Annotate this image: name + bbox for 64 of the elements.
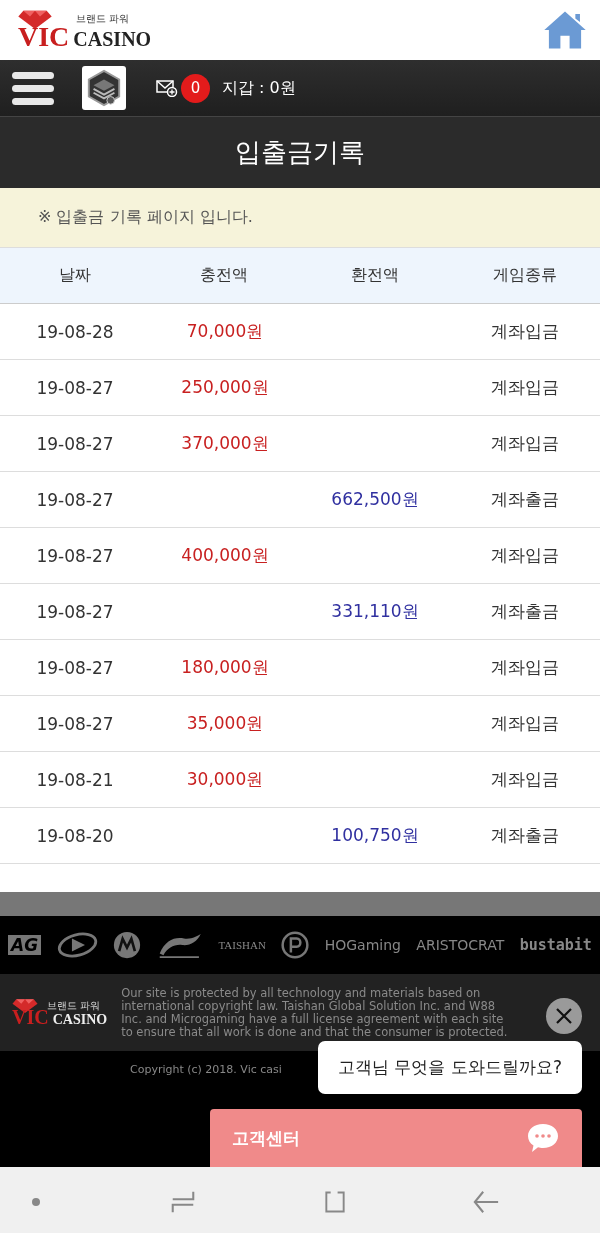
logo-word-text: CASINO bbox=[52, 1013, 108, 1027]
table-cell: 계좌입금 bbox=[491, 376, 559, 399]
wallet-balance: 지갑 : 0원 bbox=[222, 77, 296, 99]
partner-logo-text: ARISTOCRAT bbox=[416, 937, 505, 953]
table-cell: 계좌입금 bbox=[491, 432, 559, 455]
customer-center-button[interactable]: 고객센터 bbox=[210, 1109, 582, 1167]
back-icon[interactable] bbox=[472, 1189, 500, 1215]
message-count-badge: 0 bbox=[181, 73, 210, 103]
table-cell: 19-08-28 bbox=[36, 321, 114, 342]
column-header: 날짜 bbox=[58, 265, 92, 286]
chat-icon bbox=[526, 1121, 560, 1155]
menu-icon[interactable] bbox=[12, 70, 54, 106]
table-cell: 계좌입금 bbox=[491, 712, 559, 735]
table-cell: 계좌출금 bbox=[491, 824, 559, 847]
table-cell: 100,750원 bbox=[331, 824, 419, 847]
page-title: 입출금기록 bbox=[235, 136, 365, 169]
play-logo-icon bbox=[56, 931, 98, 959]
logo-brand-text: VIC bbox=[18, 23, 70, 51]
p-logo-icon bbox=[281, 931, 310, 959]
column-header: 환전액 bbox=[350, 265, 400, 286]
logo-word-text: CASINO bbox=[73, 29, 152, 49]
partner-logo-text: HOGaming bbox=[324, 937, 401, 953]
table-cell: 662,500원 bbox=[331, 488, 419, 511]
table-cell: 19-08-27 bbox=[36, 489, 114, 510]
table-cell: 400,000원 bbox=[181, 544, 269, 567]
table-cell: 계좌입금 bbox=[491, 656, 559, 679]
table-cell: 계좌입금 bbox=[491, 320, 559, 343]
table-cell: 계좌입금 bbox=[491, 768, 559, 791]
chat-prompt-bubble: 고객님 무엇을 도와드릴까요? bbox=[318, 1041, 582, 1094]
partner-logo-text: TAISHAN bbox=[218, 939, 266, 951]
table-cell: 70,000원 bbox=[186, 320, 264, 343]
legal-notice: Our site is protected by all technology and materials based on international copyright law. Taishan Global Solution Inc. and W88 Inc. and Microgaming have a full license agreement with each site to ensure that all work is done and that the consumer is protected. bbox=[121, 986, 509, 1039]
diamond-icon bbox=[18, 9, 52, 29]
notice-text: ※ 입출금 기록 페이지 입니다. bbox=[38, 207, 253, 228]
table-cell: 250,000원 bbox=[181, 376, 269, 399]
logo-brand-text: VIC bbox=[12, 1007, 49, 1027]
mail-icon[interactable] bbox=[156, 79, 178, 97]
table-cell: 19-08-27 bbox=[36, 601, 114, 622]
table-cell: 331,110원 bbox=[331, 600, 419, 623]
partner-logo-text: bustabit bbox=[519, 936, 592, 954]
logo-tagline: 브랜드 파워 bbox=[46, 998, 102, 1011]
table-cell: 19-08-20 bbox=[36, 825, 114, 846]
table-cell: 370,000원 bbox=[181, 432, 269, 455]
close-button[interactable] bbox=[546, 998, 582, 1034]
column-header: 충전액 bbox=[199, 265, 249, 286]
home-icon[interactable] bbox=[542, 9, 588, 51]
m-logo-icon bbox=[113, 931, 141, 959]
column-header: 게임종류 bbox=[492, 265, 558, 286]
table-cell: 30,000원 bbox=[186, 768, 264, 791]
table-cell: 19-08-27 bbox=[36, 377, 114, 398]
level-badge-icon[interactable] bbox=[82, 66, 126, 110]
table-cell: 19-08-27 bbox=[36, 433, 114, 454]
copyright-text: Copyright (c) 2018. Vic casi bbox=[130, 1063, 282, 1076]
logo-tagline: 브랜드 파워 bbox=[75, 12, 131, 26]
table-cell: 계좌출금 bbox=[491, 600, 559, 623]
table-cell: 19-08-21 bbox=[36, 769, 114, 790]
table-cell: 19-08-27 bbox=[36, 545, 114, 566]
table-cell: 19-08-27 bbox=[36, 713, 114, 734]
table-cell: 180,000원 bbox=[181, 656, 269, 679]
table-cell: 35,000원 bbox=[186, 712, 264, 735]
table-cell: 19-08-27 bbox=[36, 657, 114, 678]
partner-logo-text: AG bbox=[8, 935, 42, 955]
table-cell: 계좌출금 bbox=[491, 488, 559, 511]
table-cell: 계좌입금 bbox=[491, 544, 559, 567]
